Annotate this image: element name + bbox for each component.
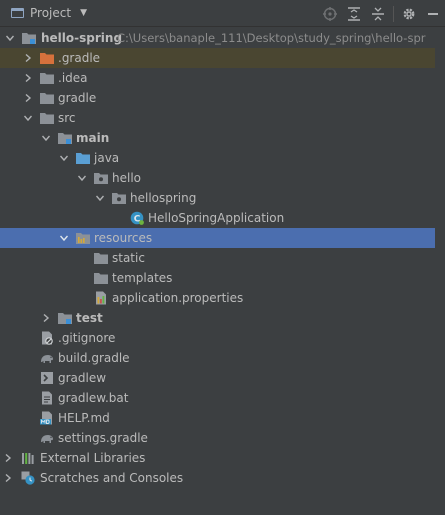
markdown-file-icon — [40, 411, 54, 425]
tree-label: .idea — [58, 71, 88, 85]
tree-label: External Libraries — [40, 451, 146, 465]
tree-row-test[interactable]: test — [0, 308, 445, 328]
spring-class-icon: C — [130, 211, 144, 225]
folder-icon — [94, 251, 108, 265]
excluded-folder-icon — [40, 51, 54, 65]
chevron-down-icon[interactable] — [22, 108, 34, 128]
tree-row-java[interactable]: java — [0, 148, 445, 168]
tree-label: main — [76, 131, 110, 145]
tree-label: HELP.md — [58, 411, 110, 425]
chevron-right-icon[interactable] — [40, 308, 52, 328]
vertical-scrollbar[interactable] — [435, 27, 445, 515]
module-folder-icon — [22, 31, 36, 45]
gradle-elephant-icon — [40, 431, 54, 445]
tree-row-external-libraries[interactable]: External Libraries — [0, 448, 445, 468]
source-folder-icon — [76, 151, 90, 165]
tree-row-application-properties[interactable]: application.properties — [0, 288, 445, 308]
tree-row-static[interactable]: static — [0, 248, 445, 268]
tree-label: hello — [112, 171, 141, 185]
header-toolbar — [318, 0, 445, 27]
tree-row-gradlew-bat[interactable]: gradlew.bat — [0, 388, 445, 408]
folder-icon — [94, 271, 108, 285]
folder-icon — [40, 71, 54, 85]
tree-label: java — [94, 151, 120, 165]
scratches-icon — [21, 471, 35, 485]
chevron-right-icon[interactable] — [22, 88, 34, 108]
tree-row-hellospring[interactable]: hellospring — [0, 188, 445, 208]
tree-label: gradlew — [58, 371, 107, 385]
tree-label: .gradle — [58, 51, 101, 65]
tree-label: build.gradle — [58, 351, 130, 365]
shell-script-icon — [40, 371, 54, 385]
project-view-icon — [11, 8, 24, 18]
text-file-icon — [40, 391, 54, 405]
tree-label: templates — [112, 271, 173, 285]
gradle-elephant-icon — [40, 351, 54, 365]
tree-label: hellospring — [130, 191, 197, 205]
tree-label: resources — [94, 231, 153, 245]
tree-row-hello-spring-application[interactable]: C HelloSpringApplication — [0, 208, 445, 228]
project-tool-window-header: Project ▼ — [0, 0, 445, 27]
tree-label: src — [58, 111, 76, 125]
tree-label: HelloSpringApplication — [148, 211, 285, 225]
tree-row-settings-gradle[interactable]: settings.gradle — [0, 428, 445, 448]
tree-row-resources[interactable]: resources — [0, 228, 445, 248]
tree-row-templates[interactable]: templates — [0, 268, 445, 288]
tree-row-build-gradle[interactable]: build.gradle — [0, 348, 445, 368]
package-icon — [94, 171, 108, 185]
tree-label: gradlew.bat — [58, 391, 129, 405]
tree-row-gradlew[interactable]: gradlew — [0, 368, 445, 388]
tree-label: static — [112, 251, 145, 265]
folder-icon — [40, 91, 54, 105]
tree-label: settings.gradle — [58, 431, 148, 445]
project-path: C:\Users\banaple_111\Desktop\study_sprin… — [117, 31, 426, 45]
collapse-all-icon[interactable] — [366, 2, 390, 26]
tree-label: hello-spring — [41, 31, 123, 45]
project-view-title[interactable]: Project — [30, 6, 71, 20]
chevron-right-icon[interactable] — [22, 68, 34, 88]
module-folder-icon — [58, 131, 72, 145]
tree-label: application.properties — [112, 291, 244, 305]
tree-label: test — [76, 311, 103, 325]
locate-icon[interactable] — [318, 2, 342, 26]
tree-label: Scratches and Consoles — [40, 471, 184, 485]
folder-icon — [40, 111, 54, 125]
tree-row-hello[interactable]: hello — [0, 168, 445, 188]
tree-row-help-md[interactable]: HELP.md — [0, 408, 445, 428]
tree-row-scratches[interactable]: Scratches and Consoles — [0, 468, 445, 488]
gitignore-file-icon — [40, 331, 54, 345]
module-folder-icon — [58, 311, 72, 325]
tree-row-gradle[interactable]: gradle — [0, 88, 445, 108]
libraries-icon — [21, 451, 35, 465]
chevron-down-icon[interactable] — [4, 28, 16, 48]
tree-label: .gitignore — [58, 331, 116, 345]
tree-label: gradle — [58, 91, 97, 105]
tree-row-main[interactable]: main — [0, 128, 445, 148]
chevron-down-icon[interactable] — [40, 128, 52, 148]
tree-row-gradle-hidden[interactable]: .gradle — [0, 48, 445, 68]
resources-folder-icon — [76, 231, 90, 245]
package-icon — [112, 191, 126, 205]
chevron-right-icon[interactable] — [2, 468, 14, 488]
tree-row-gitignore[interactable]: .gitignore — [0, 328, 445, 348]
tree-row-hello-spring[interactable]: hello-spring C:\Users\banaple_111\Deskto… — [0, 28, 445, 48]
properties-file-icon — [94, 291, 108, 305]
chevron-right-icon[interactable] — [22, 48, 34, 68]
chevron-right-icon[interactable] — [2, 448, 14, 468]
toolbar-separator — [393, 5, 394, 22]
chevron-down-icon[interactable] — [58, 228, 70, 248]
chevron-down-icon[interactable] — [76, 168, 88, 188]
hide-icon[interactable] — [421, 2, 445, 26]
gear-icon[interactable] — [397, 2, 421, 26]
chevron-down-icon[interactable]: ▼ — [80, 8, 87, 18]
chevron-down-icon[interactable] — [58, 148, 70, 168]
expand-all-icon[interactable] — [342, 2, 366, 26]
chevron-down-icon[interactable] — [94, 188, 106, 208]
tree-row-src[interactable]: src — [0, 108, 445, 128]
tree-row-idea[interactable]: .idea — [0, 68, 445, 88]
